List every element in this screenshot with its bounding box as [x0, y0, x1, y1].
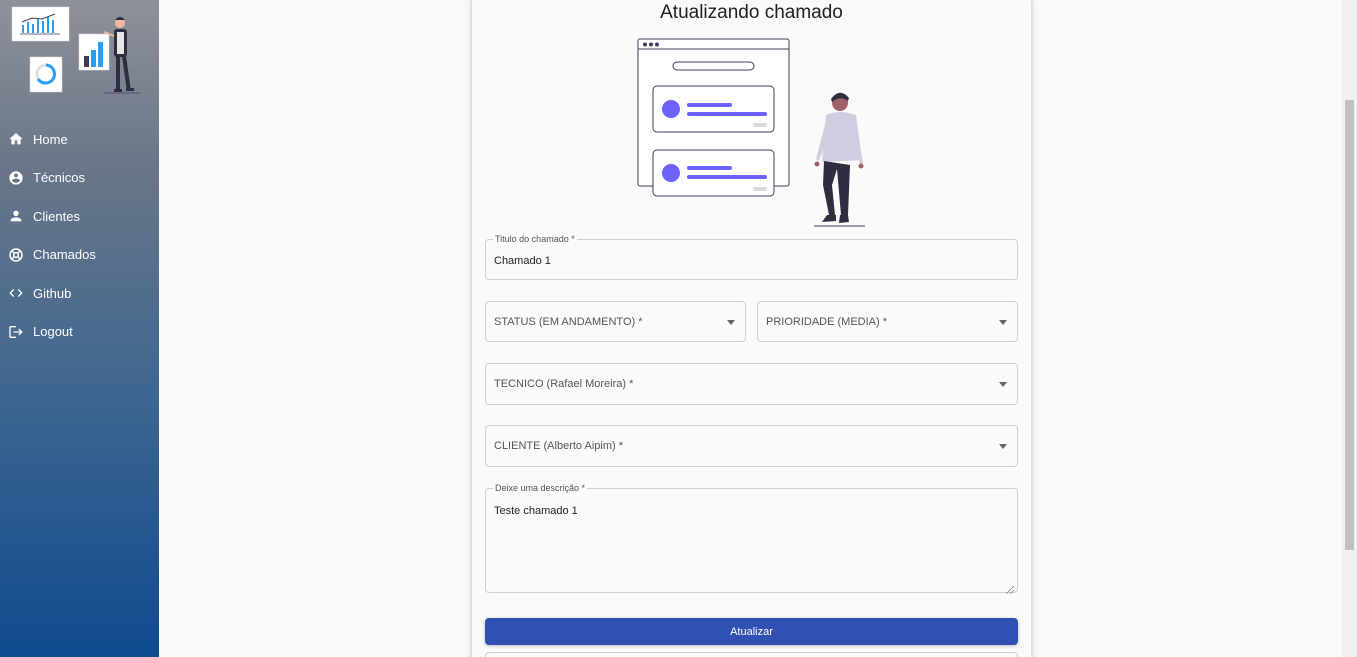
sidebar-nav: Home Técnicos Clientes Chamados Github L… [0, 120, 159, 351]
sidebar-item-label: Clientes [33, 208, 80, 224]
sidebar-item-label: Chamados [33, 247, 96, 263]
sidebar-item-label: Github [33, 285, 72, 301]
ticket-illustration [636, 35, 866, 231]
description-label: Deixe uma descrição * [493, 483, 588, 494]
ticket-title-input[interactable]: Chamado 1 [494, 255, 551, 267]
person-icon [7, 208, 24, 225]
chevron-down-icon [999, 444, 1007, 449]
page-title: Atualizando chamado [660, 2, 843, 23]
technician-select-label: TECNICO (Rafael Moreira) * [494, 378, 634, 390]
update-ticket-card: Atualizando chamado Titulo do chamado * … [472, 0, 1031, 657]
sidebar-item-label: Home [33, 131, 68, 147]
ticket-title-field[interactable]: Titulo do chamado * Chamado 1 [485, 234, 1018, 280]
chevron-down-icon [727, 319, 735, 325]
chevron-down-icon [999, 382, 1007, 387]
code-icon [7, 285, 24, 302]
cancel-button[interactable] [485, 652, 1018, 657]
support-icon [7, 246, 24, 263]
sidebar-item-logout[interactable]: Logout [0, 313, 159, 352]
ticket-title-label: Titulo do chamado * [493, 234, 577, 245]
sidebar-item-chamados[interactable]: Chamados [0, 236, 159, 275]
sidebar-logo-illustration [0, 0, 159, 110]
client-select[interactable]: CLIENTE (Alberto Aipim) * [485, 425, 1018, 467]
client-select-label: CLIENTE (Alberto Aipim) * [494, 440, 623, 452]
sidebar-item-tecnicos[interactable]: Técnicos [0, 159, 159, 198]
scrollbar-thumb[interactable] [1345, 100, 1354, 550]
chevron-down-icon [999, 319, 1007, 325]
sidebar-item-clientes[interactable]: Clientes [0, 197, 159, 236]
status-select[interactable]: STATUS (EM ANDAMENTO) * [485, 301, 746, 342]
technician-select[interactable]: TECNICO (Rafael Moreira) * [485, 363, 1018, 405]
description-field[interactable]: Deixe uma descrição * Teste chamado 1 [485, 483, 1018, 595]
sidebar-item-home[interactable]: Home [0, 120, 159, 159]
sidebar-item-label: Técnicos [33, 170, 86, 186]
sidebar-item-label: Logout [33, 324, 73, 340]
sidebar: Home Técnicos Clientes Chamados Github L… [0, 0, 159, 657]
page-scrollbar[interactable] [1342, 0, 1357, 657]
priority-select-label: PRIORIDADE (MEDIA) * [766, 315, 888, 328]
home-icon [7, 131, 24, 148]
update-button[interactable]: Atualizar [485, 618, 1018, 645]
priority-select[interactable]: PRIORIDADE (MEDIA) * [757, 301, 1018, 342]
description-textarea[interactable]: Teste chamado 1 [494, 505, 578, 517]
status-select-label: STATUS (EM ANDAMENTO) * [494, 315, 643, 328]
sidebar-item-github[interactable]: Github [0, 274, 159, 313]
resize-handle-icon[interactable] [1005, 581, 1015, 595]
logout-icon [7, 323, 24, 340]
account-circle-icon [7, 169, 24, 186]
